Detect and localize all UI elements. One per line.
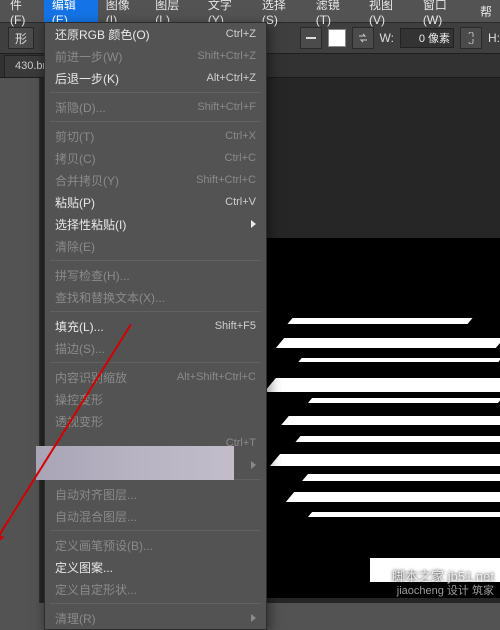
menu-file[interactable]: 件(F) [2,0,44,30]
canvas[interactable] [250,238,500,598]
mi-define-shape[interactable]: 定义自定形状... [45,578,266,600]
mi-define-pattern[interactable]: 定义图案... [45,556,266,578]
mi-stroke[interactable]: 描边(S)... [45,337,266,359]
menu-separator [50,260,261,261]
mi-auto-blend[interactable]: 自动混合图层... [45,505,266,527]
menu-separator [50,121,261,122]
mi-define-brush[interactable]: 定义画笔预设(B)... [45,534,266,556]
stroke-align-icon[interactable] [300,27,322,49]
watermark: 脚本之家 jb51.net jiaocheng 设计 筑家 [392,569,494,599]
menu-window[interactable]: 窗口(W) [415,0,472,30]
width-input[interactable] [400,28,454,48]
mi-paste-special[interactable]: 选择性粘贴(I) [45,213,266,235]
menu-separator [50,603,261,604]
fill-swatch[interactable] [328,29,346,47]
mi-step-forward[interactable]: 前进一步(W)Shift+Ctrl+Z [45,45,266,67]
menu-separator [50,530,261,531]
menu-separator [50,362,261,363]
menu-filter[interactable]: 滤镜(T) [308,0,361,30]
watermark-sub: jiaocheng 设计 筑家 [392,585,494,599]
shape-mode[interactable]: 形 [8,27,34,49]
menu-separator [50,92,261,93]
mi-copy-merged[interactable]: 合并拷贝(Y)Shift+Ctrl+C [45,169,266,191]
mi-fill[interactable]: 填充(L)...Shift+F5 [45,315,266,337]
mi-fade[interactable]: 渐隐(D)...Shift+Ctrl+F [45,96,266,118]
watermark-site: 脚本之家 jb51.net [392,569,494,585]
menubar: 件(F) 编辑(E) 图像(I) 图层(L) 文字(Y) 选择(S) 滤镜(T)… [0,0,500,22]
link-wh-icon[interactable] [460,27,482,49]
mi-content-aware-scale[interactable]: 内容识别缩放Alt+Shift+Ctrl+C [45,366,266,388]
tools-panel[interactable] [0,78,40,603]
shape-mode-label: 形 [15,30,27,47]
mi-paste[interactable]: 粘贴(P)Ctrl+V [45,191,266,213]
h-label: H: [488,31,500,45]
swap-icon[interactable] [352,27,374,49]
w-label: W: [380,31,394,45]
menu-view[interactable]: 视图(V) [361,0,415,30]
mi-cut[interactable]: 剪切(T)Ctrl+X [45,125,266,147]
mi-auto-align[interactable]: 自动对齐图层... [45,483,266,505]
mi-puppet-warp[interactable]: 操控变形 [45,388,266,410]
edit-menu: 还原RGB 颜色(O)Ctrl+Z 前进一步(W)Shift+Ctrl+Z 后退… [44,22,267,630]
mi-spellcheck[interactable]: 拼写检查(H)... [45,264,266,286]
mi-find-replace[interactable]: 查找和替换文本(X)... [45,286,266,308]
menu-separator [50,311,261,312]
mi-clear[interactable]: 清除(E) [45,235,266,257]
menu-help[interactable]: 帮 [472,0,500,23]
mi-perspective-warp[interactable]: 透视变形 [45,410,266,432]
mi-purge[interactable]: 清理(R) [45,607,266,629]
censor-overlay [36,446,234,480]
mi-step-backward[interactable]: 后退一步(K)Alt+Ctrl+Z [45,67,266,89]
mi-undo[interactable]: 还原RGB 颜色(O)Ctrl+Z [45,23,266,45]
mi-copy[interactable]: 拷贝(C)Ctrl+C [45,147,266,169]
